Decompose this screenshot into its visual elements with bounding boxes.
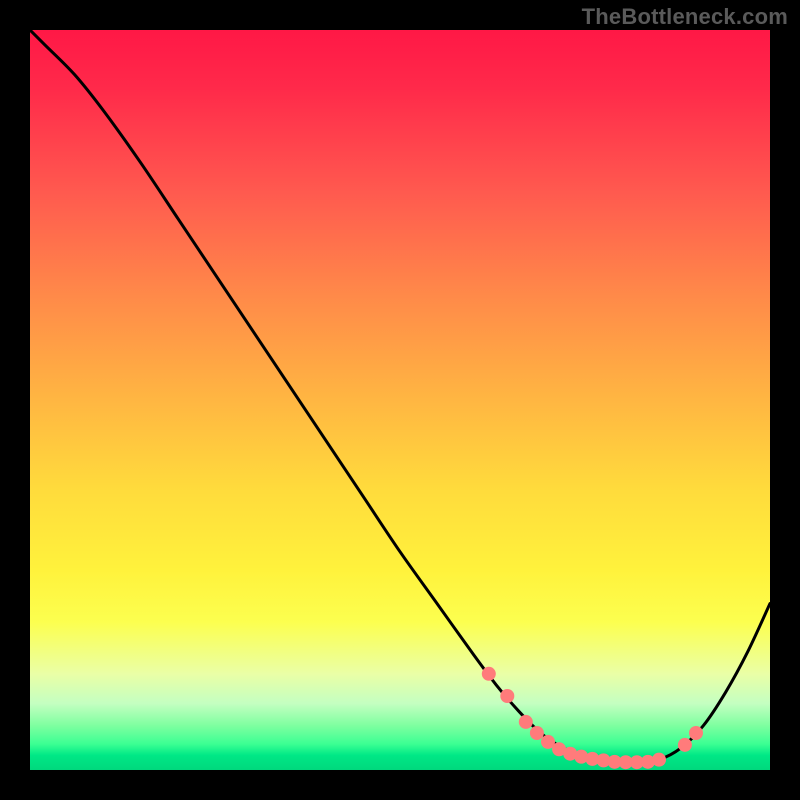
plot-area [30, 30, 770, 770]
data-marker [530, 726, 544, 740]
chart-stage: TheBottleneck.com [0, 0, 800, 800]
data-marker [689, 726, 703, 740]
data-marker [482, 667, 496, 681]
data-marker [678, 738, 692, 752]
data-marker [652, 753, 666, 767]
data-marker [519, 715, 533, 729]
chart-svg [30, 30, 770, 770]
bottleneck-curve [30, 30, 770, 763]
data-marker [500, 689, 514, 703]
watermark-text: TheBottleneck.com [582, 4, 788, 30]
